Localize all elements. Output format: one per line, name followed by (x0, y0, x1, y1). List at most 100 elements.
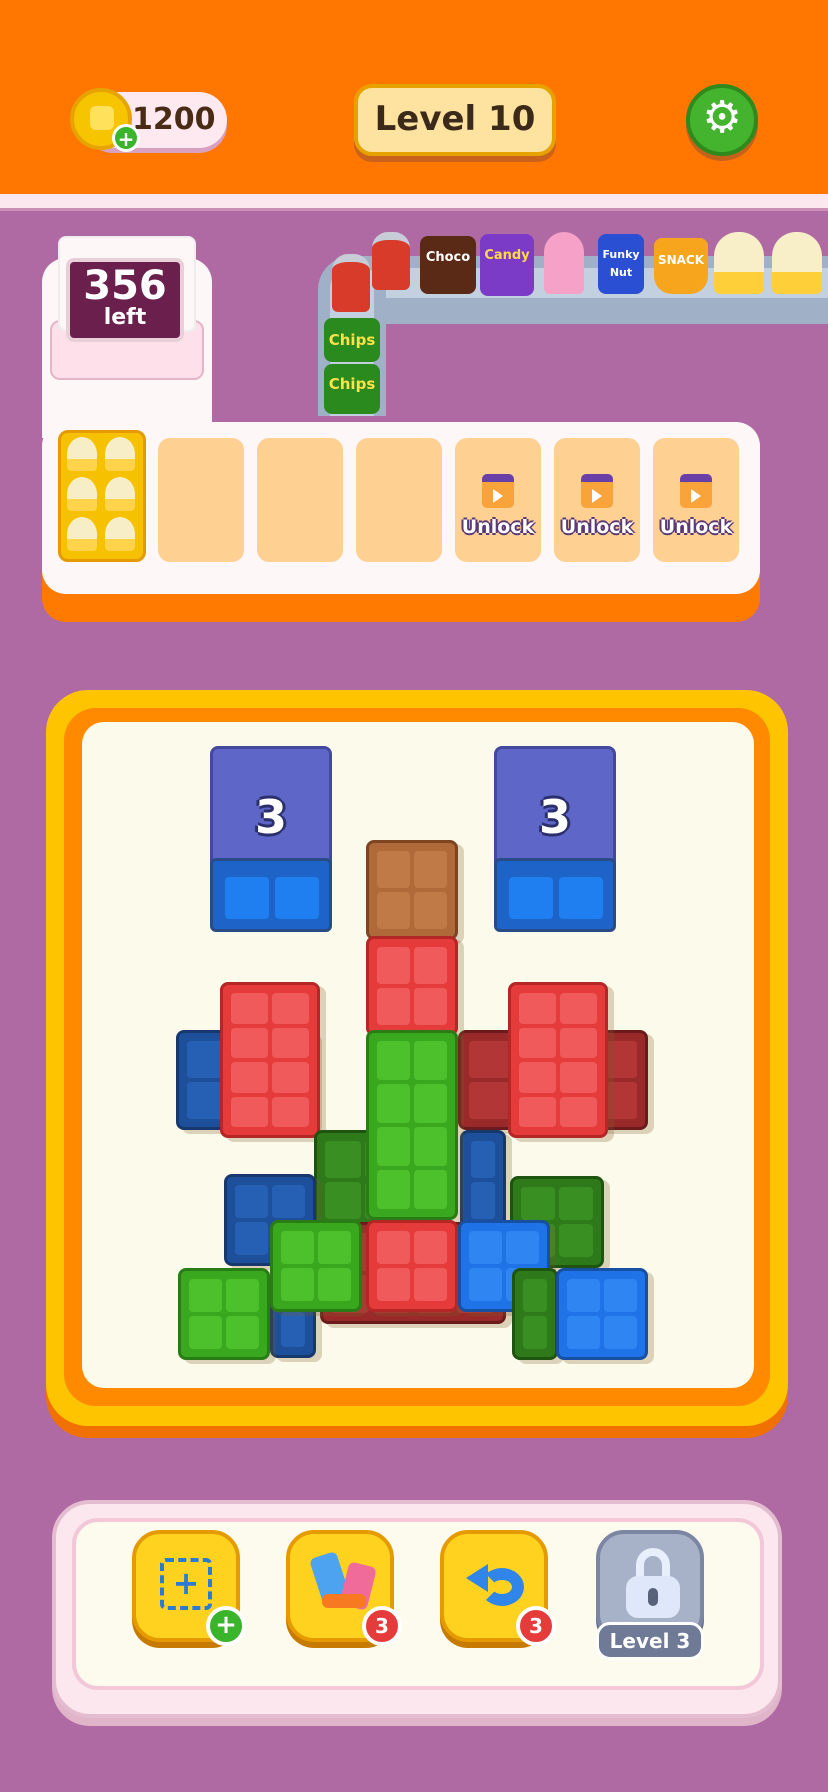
tray-cell (559, 1224, 593, 1257)
tray-cell (272, 1096, 309, 1127)
tray-cell (414, 1268, 447, 1301)
snack-tray-green[interactable] (178, 1268, 270, 1360)
soda-can-icon (332, 254, 370, 312)
snack-tray-red[interactable] (508, 982, 608, 1138)
snack-label: SNACK (657, 253, 705, 267)
chips-bag: Chips (324, 318, 380, 362)
chips-label: Chips (328, 331, 376, 349)
tray-cell (231, 1027, 268, 1058)
empty-slot (257, 438, 343, 562)
tray-cell (519, 1027, 556, 1058)
tray-cell (567, 1316, 600, 1349)
tray-cell (414, 851, 447, 888)
storage-stack[interactable]: 3 (494, 746, 616, 932)
popcorn-icon (105, 477, 135, 511)
tray-cell (469, 1268, 502, 1301)
tray-cell (414, 947, 447, 984)
snack-tray-green[interactable] (366, 1030, 458, 1220)
snack-tray-red[interactable] (366, 936, 458, 1036)
gear-icon: ⚙ (702, 92, 742, 143)
snack-tray-red[interactable] (366, 1220, 458, 1312)
snack-tray-brown[interactable] (366, 840, 458, 940)
add-booster-button[interactable]: + (206, 1606, 246, 1646)
tray-cell (471, 1182, 495, 1219)
storage-stack[interactable]: 3 (210, 746, 332, 932)
tray-cell (560, 1062, 597, 1093)
tray-cell (604, 1279, 637, 1312)
tray-cell (471, 1141, 495, 1178)
video-ad-icon (581, 474, 613, 508)
candy-label: Candy (484, 248, 530, 263)
empty-slot (158, 438, 244, 562)
tray-cell (377, 892, 410, 929)
locked-slot[interactable]: Unlock (455, 438, 541, 562)
tray-cell (414, 988, 447, 1025)
storage-tray (210, 858, 332, 932)
tray-cell (377, 988, 410, 1025)
unlock-label: Unlock (560, 516, 634, 538)
tray-cell (560, 1096, 597, 1127)
snack-tray-dgreen[interactable] (512, 1268, 558, 1360)
tray-cell (189, 1316, 222, 1349)
tray-cell (272, 993, 309, 1024)
tray-cell (231, 1062, 268, 1093)
tray-cell (325, 1141, 361, 1178)
storage-count: 3 (538, 790, 571, 844)
coin-count: 1200 (132, 102, 216, 137)
undo-icon (464, 1562, 528, 1612)
snack-tray-red[interactable] (220, 982, 320, 1138)
tray-cell (519, 993, 556, 1024)
tray-cell (414, 1127, 447, 1166)
tray-cell (377, 1231, 410, 1264)
tray-cell (377, 947, 410, 984)
popcorn-icon (105, 437, 135, 471)
add-coins-button[interactable]: + (112, 124, 140, 152)
chips-label: Chips (328, 375, 376, 393)
tray-cell (189, 1279, 222, 1312)
popcorn-icon (67, 477, 97, 511)
tray-cell (281, 1268, 314, 1301)
locked-slot[interactable]: Unlock (653, 438, 739, 562)
tray-cell (325, 1182, 361, 1219)
tray-cell (567, 1279, 600, 1312)
tray-cell (377, 1268, 410, 1301)
popcorn-icon (67, 437, 97, 471)
shuffle-icon (308, 1550, 378, 1620)
video-ad-icon (680, 474, 712, 508)
remaining-counter: 356 left (66, 258, 184, 342)
tray-cell (604, 1316, 637, 1349)
unlock-label: Unlock (659, 516, 733, 538)
snack-tray-blue[interactable] (556, 1268, 648, 1360)
snack-cup: SNACK (654, 238, 708, 294)
tray-cell (377, 1170, 410, 1209)
tray-cell (377, 851, 410, 888)
tray-cell (519, 1096, 556, 1127)
unlock-label: Unlock (461, 516, 535, 538)
snack-tray-dblue[interactable] (460, 1130, 506, 1230)
tray-cell (523, 1279, 547, 1312)
tray-cell (235, 1222, 268, 1255)
video-ad-icon (482, 474, 514, 508)
tray-cell (226, 1279, 259, 1312)
funky-nut-label: Funky Nut (602, 248, 640, 279)
popcorn-icon (714, 232, 764, 294)
tray-cell (226, 1316, 259, 1349)
tray-cell (521, 1187, 555, 1220)
snack-tray-green[interactable] (270, 1220, 362, 1312)
shuffle-count-badge: 3 (362, 1606, 402, 1646)
tray-cell (272, 1027, 309, 1058)
tray-cell (377, 1041, 410, 1080)
tray-cell (272, 1062, 309, 1093)
top-bar-divider (0, 194, 828, 211)
tray-cell (231, 993, 268, 1024)
tray-cell (414, 1170, 447, 1209)
tray-cell (318, 1231, 351, 1264)
tray-cell (523, 1316, 547, 1349)
tray-cell (281, 1231, 314, 1264)
tray-cell (519, 1062, 556, 1093)
tray-cell (560, 993, 597, 1024)
locked-slot[interactable]: Unlock (554, 438, 640, 562)
settings-button[interactable]: ⚙ (686, 84, 758, 156)
add-slot-icon: + (160, 1558, 212, 1610)
tray-cell (560, 1027, 597, 1058)
